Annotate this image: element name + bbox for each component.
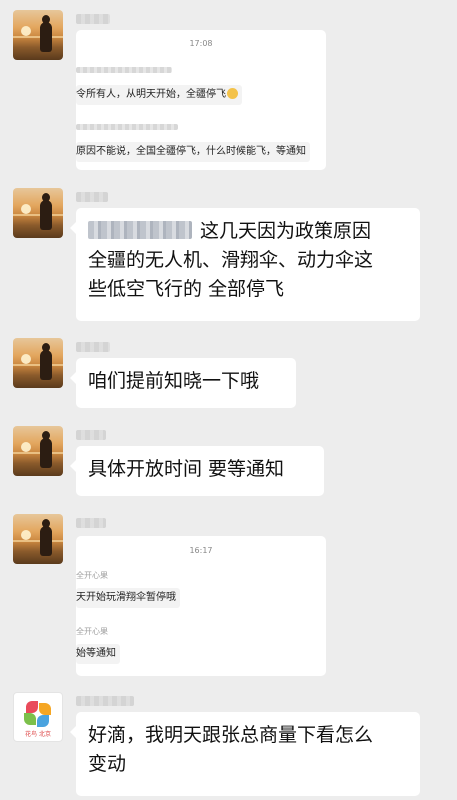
sunset-avatar-icon[interactable] [13, 514, 63, 564]
message-bubble[interactable]: 好滴，我明天跟张总商量下看怎么 变动 [70, 712, 420, 796]
message-bubble[interactable]: 这几天因为政策原因 全疆的无人机、滑翔伞、动力伞这 些低空飞行的 全部停飞 [70, 208, 420, 321]
message-bubble[interactable]: 咱们提前知晓一下哦 [70, 358, 296, 408]
message-text: 全疆的无人机、滑翔伞、动力伞这 [88, 249, 374, 271]
card-sender: 全开心果 [76, 571, 108, 580]
card-sender-blurred [76, 124, 178, 130]
message-text: 变动 [88, 753, 127, 775]
card-message: 始等通知 [76, 644, 120, 664]
card-message: 原因不能说，全国全疆停飞，什么时候能飞，等通知 [76, 142, 310, 162]
chat-history-card[interactable]: 17:08 令所有人，从明天开始，全疆停飞 原因不能说，全国全疆停飞，什么时候能… [76, 30, 326, 170]
message-text: 好滴，我明天跟张总商量下看怎么 [88, 724, 374, 746]
card-timestamp: 16:17 [189, 546, 213, 555]
card-sender-blurred [76, 67, 172, 73]
smile-emoji-icon [227, 88, 238, 99]
sunset-avatar-icon[interactable] [13, 426, 63, 476]
sunset-avatar-icon[interactable] [13, 10, 63, 60]
sender-name-blurred [76, 14, 110, 24]
sender-name-blurred [76, 342, 110, 352]
sender-name-blurred [76, 518, 106, 528]
card-message-text: 天开始玩滑翔伞暂停哦 [76, 592, 176, 603]
card-sender: 全开心果 [76, 627, 108, 636]
sender-name-blurred [76, 696, 134, 706]
blurred-name [88, 221, 192, 239]
pinwheel-logo-icon[interactable]: 花鸟 北京 [13, 692, 63, 742]
card-timestamp: 17:08 [189, 39, 213, 48]
sender-name-blurred [76, 430, 106, 440]
sunset-avatar-icon[interactable] [13, 188, 63, 238]
card-message-text: 令所有人，从明天开始，全疆停飞 [76, 89, 226, 100]
sender-name-blurred [76, 192, 108, 202]
chat-history-card[interactable]: 16:17 全开心果 天开始玩滑翔伞暂停哦 全开心果 始等通知 [76, 536, 326, 676]
message-text: 些低空飞行的 全部停飞 [88, 278, 285, 300]
card-message-text: 始等通知 [76, 648, 116, 659]
logo-text: 花鸟 北京 [25, 731, 51, 738]
card-message: 令所有人，从明天开始，全疆停飞 [76, 85, 242, 105]
message-text: 这几天因为政策原因 [200, 220, 372, 242]
card-message-text: 原因不能说，全国全疆停飞，什么时候能飞，等通知 [76, 146, 306, 157]
message-bubble[interactable]: 具体开放时间 要等通知 [70, 446, 324, 496]
sunset-avatar-icon[interactable] [13, 338, 63, 388]
message-line: 这几天因为政策原因 [88, 217, 408, 246]
card-message: 天开始玩滑翔伞暂停哦 [76, 588, 180, 608]
